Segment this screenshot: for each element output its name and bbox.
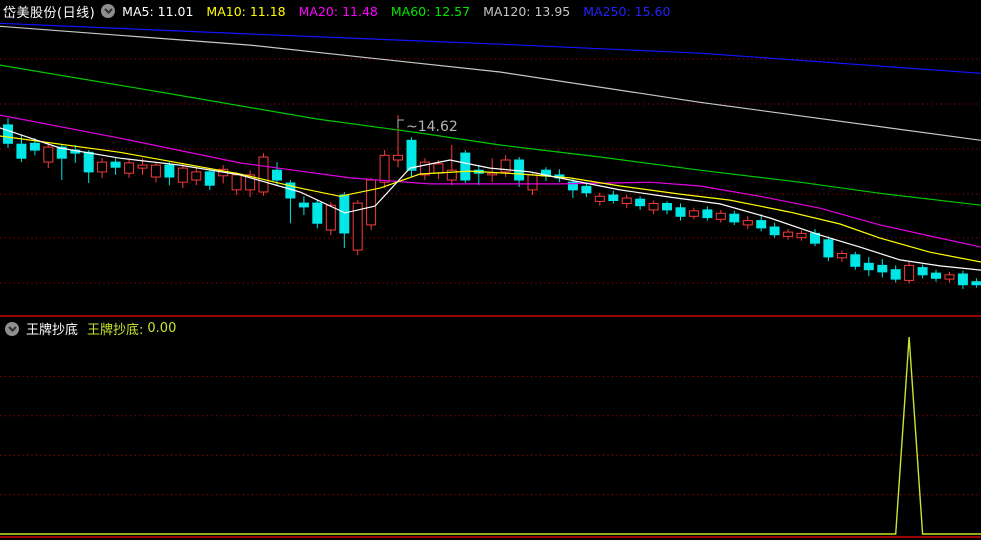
chevron-down-icon	[103, 8, 113, 14]
bottom-separator	[0, 536, 981, 538]
candlestick-chart[interactable]: ~14.62	[0, 0, 981, 316]
ma-readout: MA5: 11.01	[122, 3, 194, 19]
peak-price-annotation: ~14.62	[406, 119, 458, 135]
panel-separator[interactable]	[0, 315, 981, 317]
chevron-down-icon	[7, 325, 17, 332]
ma-readout: MA250: 15.60	[583, 3, 671, 19]
stock-title: 岱美股份(日线)	[3, 5, 96, 21]
app-window: 岱美股份(日线) MA5: 11.01 MA10: 11.18 MA20: 11.4…	[0, 0, 981, 540]
ma-readout: MA20: 11.48	[298, 3, 378, 19]
ma-readout: MA60: 12.57	[390, 3, 471, 19]
indicator-collapse-button[interactable]	[5, 321, 19, 336]
indicator-header: 王牌抄底 王牌抄底: 0.00	[3, 319, 180, 338]
indicator-name: 王牌抄底	[26, 323, 79, 338]
titlebar: 岱美股份(日线) MA5: 11.01 MA10: 11.18 MA20: 11.4…	[0, 0, 981, 22]
indicator-chart[interactable]	[0, 316, 981, 540]
ma-readouts: MA5: 11.01 MA10: 11.18 MA20: 11.48 MA60: 12…	[122, 4, 670, 19]
indicator-readout-label: 王牌抄底:	[87, 323, 144, 338]
indicator-readout-value: 0.00	[147, 321, 177, 336]
main-panel-collapse-button[interactable]	[101, 4, 116, 18]
ma-readout: MA120: 13.95	[483, 3, 571, 19]
ma-readout: MA10: 11.18	[206, 3, 286, 19]
